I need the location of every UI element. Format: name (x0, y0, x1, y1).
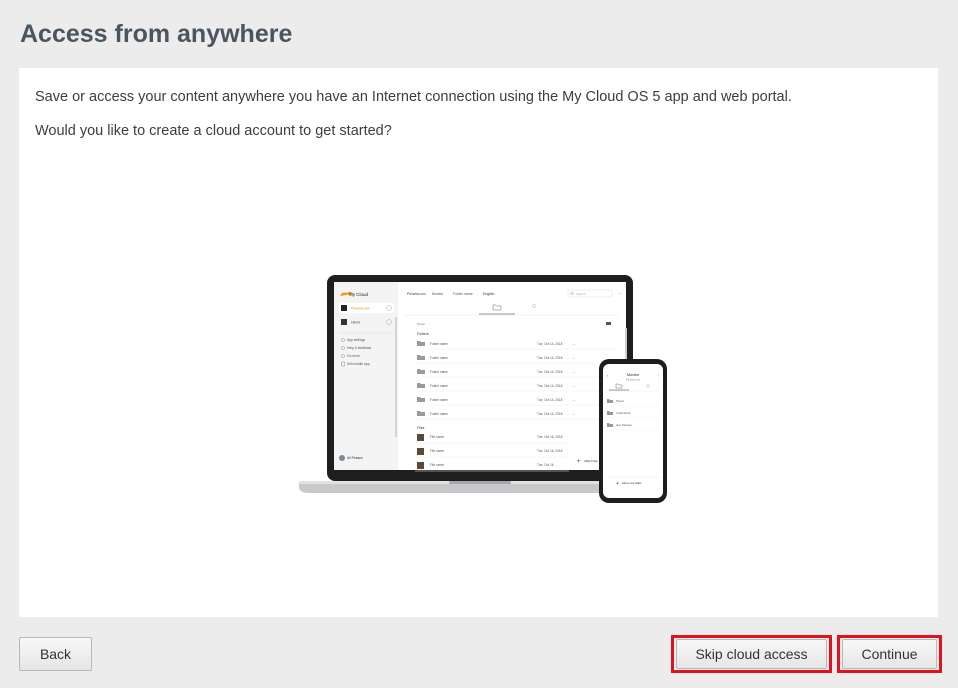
breadcrumb-1: Pa'amlo.xxx (407, 292, 426, 296)
file-row-name: File name (430, 435, 444, 439)
folder-row-name: Folder name (430, 412, 448, 416)
file-thumbnail (417, 462, 424, 469)
menu-item-1: App settings (347, 338, 365, 342)
phone-subtitle: Pa'amlo.xxx (626, 378, 641, 382)
search-placeholder: Search (576, 292, 586, 296)
svg-text:+: + (577, 459, 581, 465)
folder-row-name: Folder name (430, 370, 448, 374)
device-item-1: Pa'amlo.xxx (351, 307, 370, 311)
phone-screen (603, 364, 663, 498)
folder-row-name: Folder name (430, 384, 448, 388)
svg-text:···: ··· (618, 291, 622, 296)
folder-row-date: Tue, Oct 14, 2018 (537, 342, 563, 346)
file-row-name: File name (430, 449, 444, 453)
phone-row-name: Hoo Passion (616, 423, 632, 427)
description-text: Save or access your content anywhere you… (35, 89, 792, 105)
folder-row-date: Tue, Oct 14, 2018 (537, 356, 563, 360)
skip-cloud-access-button[interactable]: Skip cloud access (676, 639, 827, 669)
app-name: My Cloud (349, 292, 369, 297)
menu-item-4: Sell mobile app (347, 362, 370, 366)
content-panel: Save or access your content anywhere you… (19, 68, 938, 617)
breadcrumb-2: Movies (432, 292, 443, 296)
file-thumbnail (417, 448, 424, 455)
folder-row-name: Folder name (430, 342, 448, 346)
section-files: Files (417, 426, 425, 430)
folder-row-date: Tue, Oct 14, 2018 (537, 370, 563, 374)
file-row-name: File name (430, 463, 444, 467)
file-row-date: Tue, Oct 16, 2018 (537, 435, 563, 439)
svg-text:⋮: ⋮ (657, 374, 661, 378)
phone-row-name: Travel (616, 399, 624, 403)
add-file-label: ADD FILE (584, 459, 598, 463)
folder-row-date: Tue, Oct 14, 2018 (537, 412, 563, 416)
devices-illustration: My Cloud Pa'amlo.xxx Hibrid App settings… (299, 275, 667, 503)
phone-title: Movies (627, 373, 639, 377)
folder-row-date: Tue, Oct 14, 2018 (537, 384, 563, 388)
breadcrumb-4: English (483, 292, 495, 296)
file-row-date: Tue, Oct 16 (537, 463, 554, 467)
file-thumbnail (417, 434, 424, 441)
user-name: Ali Peasen (347, 456, 363, 460)
device-item-2: Hibrid (351, 321, 360, 325)
folder-row-name: Folder name (430, 398, 448, 402)
continue-button[interactable]: Continue (842, 639, 937, 669)
menu-item-2: Help & feedback (347, 346, 372, 350)
page-title: Access from anywhere (20, 20, 293, 48)
section-folders: Folders (417, 332, 429, 336)
sort-label: Name (417, 322, 425, 326)
breadcrumb-3: Folder name (453, 292, 473, 296)
folder-row-date: Tue, Oct 14, 2018 (537, 398, 563, 402)
phone-row-name: Underwhrld (616, 411, 631, 415)
back-button[interactable]: Back (19, 637, 92, 671)
phone-add-label: Add a new folder (622, 481, 642, 485)
menu-item-3: Go more (347, 354, 360, 358)
folder-row-name: Folder name (430, 356, 448, 360)
file-row-date: Tue, Oct 16, 2018 (537, 449, 563, 453)
question-text: Would you like to create a cloud account… (35, 123, 392, 139)
svg-text:+: + (616, 481, 619, 487)
